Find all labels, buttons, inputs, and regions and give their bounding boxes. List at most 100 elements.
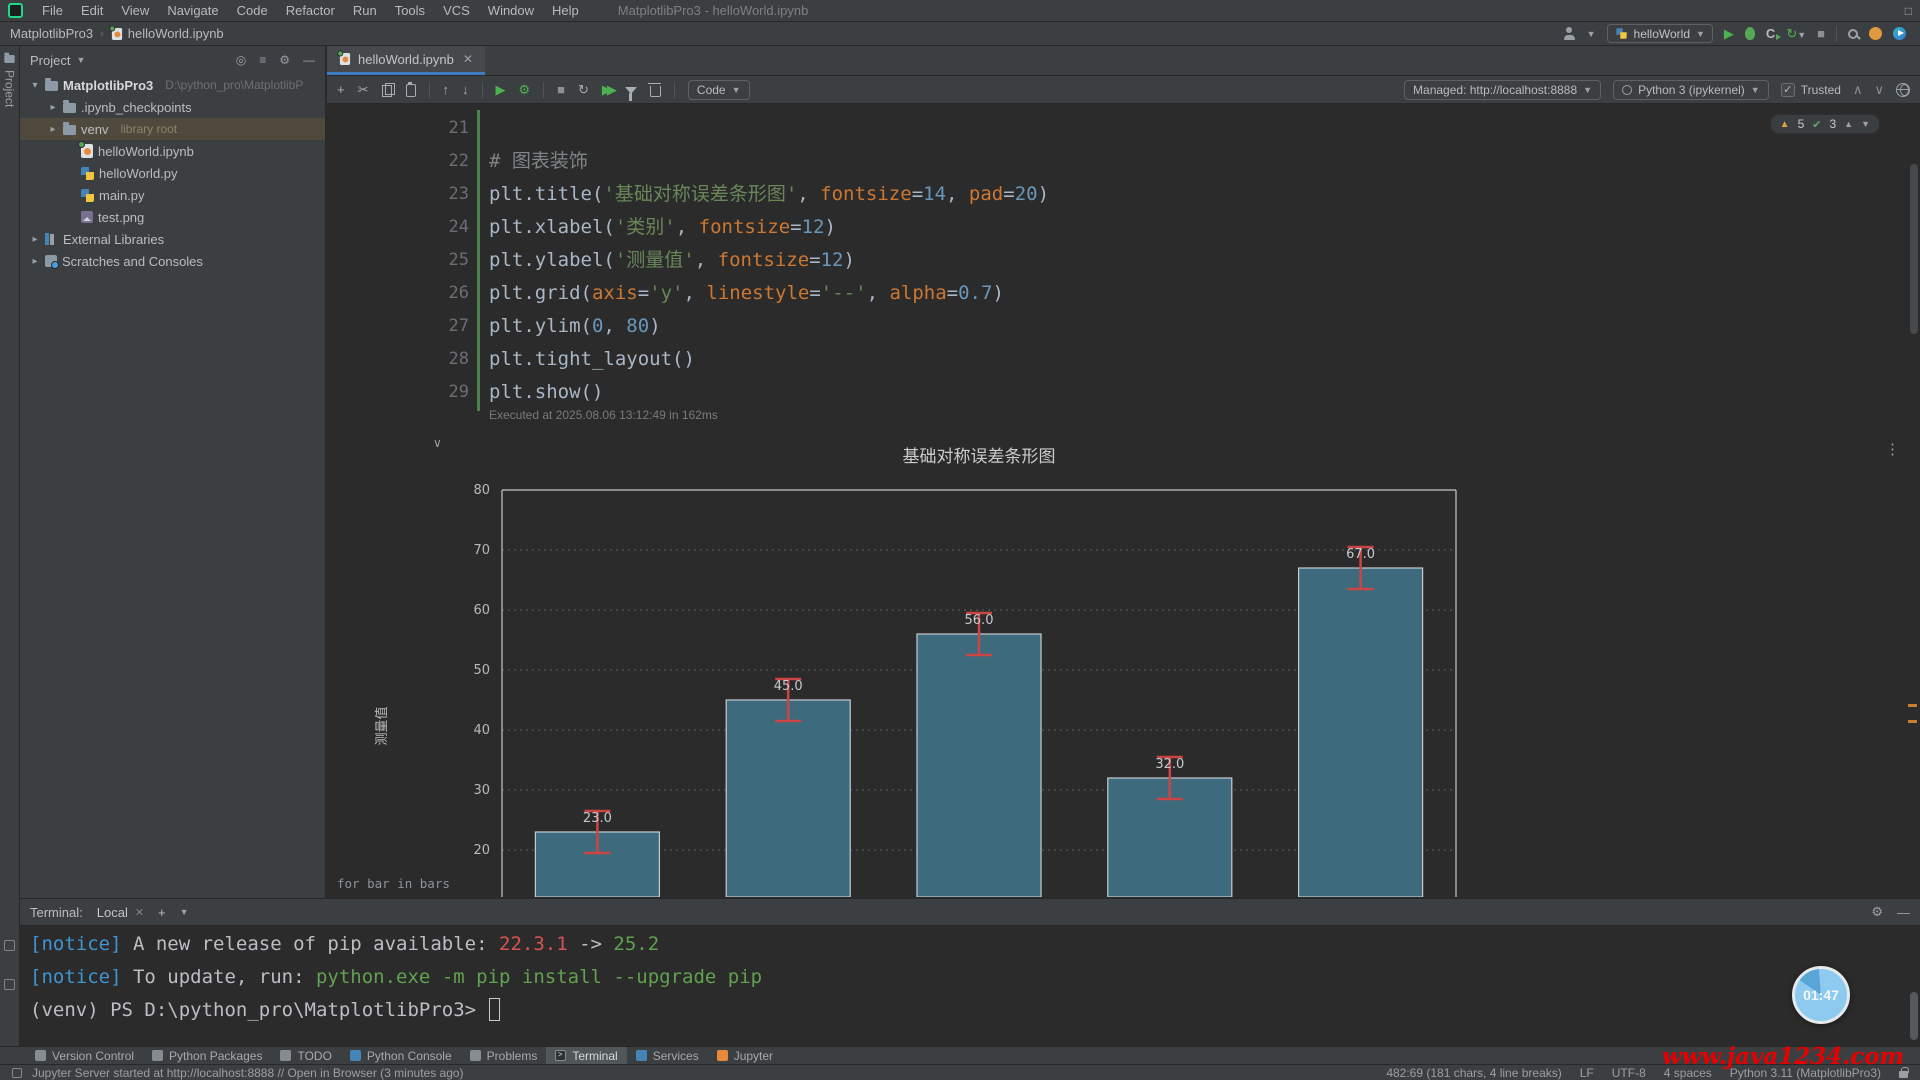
tree-item-matplotlibpro3[interactable]: ▾MatplotlibPro3D:\python_pro\MatplotlibP [20, 74, 325, 96]
tree-chevron-icon[interactable]: ▾ [30, 80, 40, 91]
breadcrumb-file[interactable]: helloWorld.ipynb [128, 26, 224, 41]
chevron-down-icon[interactable]: ▼ [180, 907, 189, 917]
settings-icon[interactable]: ⚙ [1871, 904, 1883, 920]
inspections-widget[interactable]: ▲5 ✔3 ▲ ▼ [1770, 114, 1880, 134]
close-icon[interactable]: ✕ [135, 906, 144, 919]
stripe-bottom-icon[interactable] [4, 940, 15, 951]
close-icon[interactable]: ✕ [463, 52, 473, 66]
notebook-editor[interactable]: 2122# 图表装饰23plt.title('基础对称误差条形图', fonts… [327, 104, 1920, 897]
settings-icon[interactable]: ⚙ [279, 53, 290, 67]
search-everywhere-icon[interactable] [1848, 29, 1858, 39]
previous-cell-icon[interactable]: ∧ [1853, 83, 1863, 96]
restart-kernel-icon[interactable]: ↻ [578, 83, 589, 96]
clear-outputs-icon[interactable] [625, 87, 637, 94]
move-cell-up-icon[interactable]: ↑ [443, 83, 450, 96]
notebook-settings-icon[interactable]: ⚙ [519, 83, 531, 96]
menu-help[interactable]: Help [543, 3, 588, 18]
toolwindow-jupyter[interactable]: Jupyter [708, 1047, 782, 1064]
tree-item-test-png[interactable]: test.png [20, 206, 325, 228]
run-config-dropdown[interactable]: helloWorld ▼ [1607, 24, 1713, 43]
run-button[interactable]: ▶ [1724, 27, 1734, 40]
tree-chevron-icon[interactable]: ▸ [30, 234, 40, 245]
tree-item-external-libraries[interactable]: ▸External Libraries [20, 228, 325, 250]
minimize-icon[interactable]: — [1897, 905, 1910, 920]
kernel-dropdown[interactable]: Python 3 (ipykernel) ▼ [1613, 80, 1769, 100]
status-message[interactable]: Jupyter Server started at http://localho… [32, 1066, 464, 1080]
stop-button[interactable]: ■ [1817, 27, 1825, 40]
toolwindow-python-console[interactable]: Python Console [341, 1047, 461, 1064]
toolwindow-python-packages[interactable]: Python Packages [143, 1047, 271, 1064]
tree-item--ipynb-checkpoints[interactable]: ▸.ipynb_checkpoints [20, 96, 325, 118]
activity-project-tab[interactable]: Project [3, 70, 17, 107]
menu-file[interactable]: File [33, 3, 72, 18]
coverage-button[interactable]: C [1766, 26, 1775, 41]
debug-button[interactable] [1745, 27, 1755, 40]
move-cell-down-icon[interactable]: ↓ [462, 83, 469, 96]
next-problem-icon[interactable]: ▼ [1861, 119, 1870, 129]
terminal-scrollbar[interactable] [1910, 992, 1918, 1040]
tree-item-venv[interactable]: ▸venvlibrary root [20, 118, 325, 140]
menu-refactor[interactable]: Refactor [277, 3, 344, 18]
editor-scrollbar[interactable] [1910, 164, 1918, 334]
project-stripe-icon[interactable] [4, 55, 14, 63]
toolwindow-services[interactable]: Services [627, 1047, 708, 1064]
user-account-icon[interactable] [1563, 27, 1576, 40]
scrollbar-marker[interactable] [1908, 704, 1917, 707]
status-segment[interactable]: UTF-8 [1612, 1066, 1646, 1080]
tree-chevron-icon[interactable]: ▸ [30, 256, 40, 267]
tab-helloworld-ipynb[interactable]: helloWorld.ipynb ✕ [327, 46, 485, 75]
prev-problem-icon[interactable]: ▲ [1844, 119, 1853, 129]
menu-run[interactable]: Run [344, 3, 386, 18]
run-all-cells-icon[interactable]: ▶▶ [602, 83, 612, 96]
menu-view[interactable]: View [112, 3, 158, 18]
status-segment[interactable]: LF [1580, 1066, 1594, 1080]
locate-icon[interactable]: ◎ [236, 53, 246, 67]
tree-item-helloworld-py[interactable]: helloWorld.py [20, 162, 325, 184]
cell-type-dropdown[interactable]: Code ▼ [688, 80, 750, 100]
menu-edit[interactable]: Edit [72, 3, 112, 18]
tree-item-main-py[interactable]: main.py [20, 184, 325, 206]
event-log-icon[interactable] [12, 1068, 22, 1078]
tree-chevron-icon[interactable]: ▸ [48, 102, 58, 113]
terminal-tab-local[interactable]: Local ✕ [97, 905, 144, 920]
project-panel-title[interactable]: Project [30, 53, 70, 68]
rerun-dropdown[interactable]: ↻▼ [1786, 27, 1806, 40]
toolwindow-version-control[interactable]: Version Control [26, 1047, 143, 1064]
trusted-checkbox[interactable]: ✓ Trusted [1781, 83, 1841, 97]
tree-item-helloworld-ipynb[interactable]: helloWorld.ipynb [20, 140, 325, 162]
toolwindow-problems[interactable]: Problems [461, 1047, 547, 1064]
copy-cell-icon[interactable] [382, 83, 393, 96]
toolwindow-todo[interactable]: TODO [271, 1047, 340, 1064]
hide-icon[interactable]: — [303, 53, 315, 67]
menu-navigate[interactable]: Navigate [158, 3, 227, 18]
menu-window[interactable]: Window [479, 3, 543, 18]
stripe-bottom-icon[interactable] [4, 979, 15, 990]
run-cell-icon[interactable]: ▶ [496, 83, 506, 96]
server-dropdown[interactable]: Managed: http://localhost:8888 ▼ [1404, 80, 1601, 100]
window-controls-icon[interactable]: □ [1905, 4, 1912, 18]
paste-cell-icon[interactable] [406, 84, 416, 97]
add-cell-icon[interactable]: + [337, 83, 345, 96]
tree-item-label: test.png [98, 210, 144, 225]
terminal-output[interactable]: [notice] A new release of pip available:… [20, 926, 1920, 1027]
status-segment[interactable]: 482:69 (181 chars, 4 line breaks) [1386, 1066, 1561, 1080]
orange-badge-icon[interactable] [1869, 27, 1882, 40]
menu-code[interactable]: Code [228, 3, 277, 18]
breadcrumb-project[interactable]: MatplotlibPro3 [10, 26, 93, 41]
scrollbar-marker[interactable] [1908, 720, 1917, 723]
code-cell[interactable]: 2122# 图表装饰23plt.title('基础对称误差条形图', fonts… [327, 112, 1920, 409]
collapse-all-icon[interactable]: ≡ [259, 53, 266, 67]
menu-tools[interactable]: Tools [386, 3, 434, 18]
lock-icon[interactable] [1899, 1071, 1908, 1078]
menu-vcs[interactable]: VCS [434, 3, 479, 18]
tree-chevron-icon[interactable]: ▸ [48, 124, 58, 135]
tree-item-scratches-and-consoles[interactable]: ▸Scratches and Consoles [20, 250, 325, 272]
gradient-play-icon[interactable] [1893, 27, 1906, 40]
delete-cell-icon[interactable] [650, 86, 661, 97]
interrupt-kernel-icon[interactable]: ■ [557, 83, 565, 96]
new-session-icon[interactable]: + [158, 906, 166, 919]
toolwindow-terminal[interactable]: Terminal [546, 1047, 626, 1064]
open-in-browser-icon[interactable] [1896, 83, 1910, 97]
cut-cell-icon[interactable]: ✂ [358, 83, 369, 96]
next-cell-icon[interactable]: ∨ [1874, 83, 1884, 96]
